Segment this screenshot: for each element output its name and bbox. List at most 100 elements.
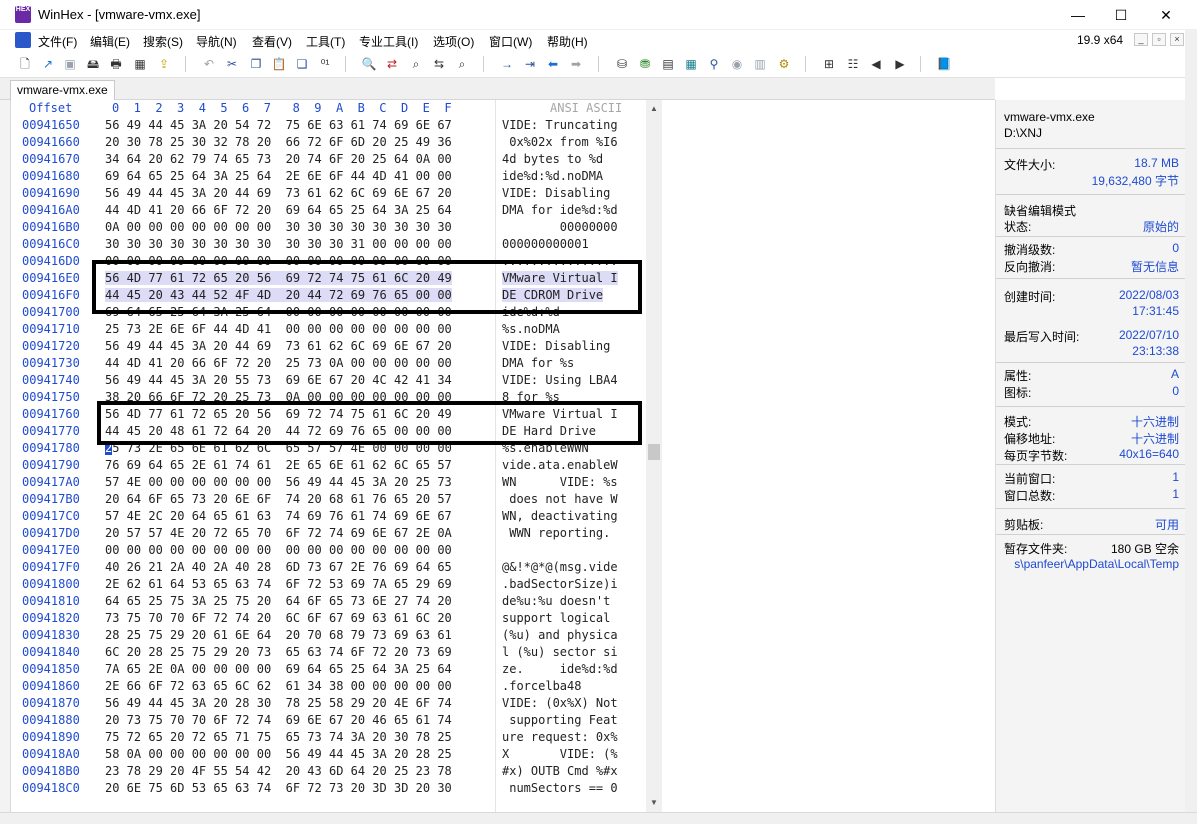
- row-hex-bytes[interactable]: 56 49 44 45 3A 20 44 69 73 61 62 6C 69 6…: [105, 186, 452, 200]
- hex-row[interactable]: 00941680 69 64 65 25 64 3A 25 64 2E 6E 6F…: [11, 169, 651, 186]
- row-hex-bytes[interactable]: 57 4E 00 00 00 00 00 00 56 49 44 45 3A 2…: [105, 475, 452, 489]
- vertical-scrollbar[interactable]: ▲ ▼: [646, 100, 662, 812]
- row-hex-bytes[interactable]: 30 30 30 30 30 30 30 30 30 30 30 31 00 0…: [105, 237, 452, 251]
- row-hex-bytes[interactable]: 25 73 2E 6E 6F 44 4D 41 00 00 00 00 00 0…: [105, 322, 452, 336]
- hex-row[interactable]: 00941820 73 75 70 70 6F 72 74 20 6C 6F 67…: [11, 611, 651, 628]
- disk-image-icon[interactable]: ▤: [659, 55, 677, 73]
- row-ascii-text[interactable]: .forcelba48: [502, 679, 581, 693]
- hex-editor[interactable]: Offset 0 1 2 3 4 5 6 7 8 9 A B C D E F A…: [10, 100, 662, 812]
- hex-row[interactable]: 00941660 20 30 78 25 30 32 78 20 66 72 6F…: [11, 135, 651, 152]
- row-ascii-text[interactable]: supporting Feat: [502, 713, 617, 727]
- hex-row[interactable]: 00941850 7A 65 2E 0A 00 00 00 00 69 64 65…: [11, 662, 651, 679]
- export-icon[interactable]: ⇪: [155, 55, 173, 73]
- dial-icon[interactable]: ◉: [728, 55, 746, 73]
- tab-vmware-vmx[interactable]: vmware-vmx.exe: [10, 80, 115, 100]
- row-hex-bytes[interactable]: 56 49 44 45 3A 20 28 30 78 25 58 29 20 4…: [105, 696, 452, 710]
- row-hex-bytes[interactable]: 20 57 57 4E 20 72 65 70 6F 72 74 69 6E 6…: [105, 526, 452, 540]
- find-text-icon[interactable]: 🔍: [360, 55, 378, 73]
- ram-icon[interactable]: ▥: [751, 55, 769, 73]
- grid-icon[interactable]: ⊞: [820, 55, 838, 73]
- hex-row[interactable]: 00941800 2E 62 61 64 53 65 63 74 6F 72 53…: [11, 577, 651, 594]
- row-ascii-text[interactable]: de%u:%u doesn't: [502, 594, 618, 608]
- right-arrow-icon[interactable]: ▶: [891, 55, 909, 73]
- menu-navigation[interactable]: 导航(N): [196, 33, 237, 50]
- hex-row[interactable]: 009417F0 40 26 21 2A 40 2A 40 28 6D 73 67…: [11, 560, 651, 577]
- save-all-icon[interactable]: 🖴: [84, 55, 102, 73]
- maximize-button[interactable]: ☐: [1098, 0, 1144, 30]
- row-ascii-text[interactable]: vide.ata.enableW: [502, 458, 618, 472]
- row-ascii-text[interactable]: .badSectorSize)i: [502, 577, 618, 591]
- menu-window[interactable]: 窗口(W): [489, 33, 532, 50]
- hex-row[interactable]: 009418A0 58 0A 00 00 00 00 00 00 56 49 44…: [11, 747, 651, 764]
- book-icon[interactable]: 📘: [935, 55, 953, 73]
- left-arrow-icon[interactable]: ◀: [867, 55, 885, 73]
- row-hex-bytes[interactable]: 69 64 65 25 64 3A 25 64 2E 6E 6F 44 4D 4…: [105, 169, 452, 183]
- hex-row[interactable]: 009417A0 57 4E 00 00 00 00 00 00 56 49 44…: [11, 475, 651, 492]
- menu-help[interactable]: 帮助(H): [547, 33, 588, 50]
- hex-row[interactable]: 00941730 44 4D 41 20 66 6F 72 20 25 73 0A…: [11, 356, 651, 373]
- row-hex-bytes[interactable]: 20 30 78 25 30 32 78 20 66 72 6F 6D 20 2…: [105, 135, 452, 149]
- row-ascii-text[interactable]: VIDE: Disabling: [502, 186, 618, 200]
- mdi-restore-button[interactable]: ▫: [1152, 33, 1166, 46]
- row-hex-bytes[interactable]: 0A 00 00 00 00 00 00 00 30 30 30 30 30 3…: [105, 220, 452, 234]
- hex-row[interactable]: 00941670 34 64 20 62 79 74 65 73 20 74 6F…: [11, 152, 651, 169]
- row-hex-bytes[interactable]: 56 49 44 45 3A 20 55 73 69 6E 67 20 4C 4…: [105, 373, 452, 387]
- row-ascii-text[interactable]: @&!*@*@(msg.vide: [502, 560, 618, 574]
- hex-row[interactable]: 00941880 20 73 75 70 70 6F 72 74 69 6E 67…: [11, 713, 651, 730]
- row-ascii-text[interactable]: VIDE: Disabling: [502, 339, 618, 353]
- row-hex-bytes[interactable]: 6C 20 28 25 75 29 20 73 65 63 74 6F 72 2…: [105, 645, 452, 659]
- row-hex-bytes[interactable]: 20 73 75 70 70 6F 72 74 69 6E 67 20 46 6…: [105, 713, 452, 727]
- row-ascii-text[interactable]: 000000000001: [502, 237, 589, 251]
- cut-icon[interactable]: ✂: [223, 55, 241, 73]
- hex-row[interactable]: 00941740 56 49 44 45 3A 20 55 73 69 6E 67…: [11, 373, 651, 390]
- replace-text-icon[interactable]: ⇄: [383, 55, 401, 73]
- scroll-thumb[interactable]: [648, 444, 660, 460]
- menu-view[interactable]: 查看(V): [252, 33, 292, 50]
- menu-specialist-tools[interactable]: 专业工具(I): [359, 33, 418, 50]
- hex-row[interactable]: 00941860 2E 66 6F 72 63 65 6C 62 61 34 38…: [11, 679, 651, 696]
- row-ascii-text[interactable]: #x) OUTB Cmd %#x: [502, 764, 618, 778]
- gear-icon[interactable]: ⚙: [775, 55, 793, 73]
- hex-row[interactable]: 00941720 56 49 44 45 3A 20 44 69 73 61 62…: [11, 339, 651, 356]
- row-hex-bytes[interactable]: 23 78 29 20 4F 55 54 42 20 43 6D 64 20 2…: [105, 764, 452, 778]
- row-hex-bytes[interactable]: 57 4E 2C 20 64 65 61 63 74 69 76 61 74 6…: [105, 509, 452, 523]
- row-hex-bytes[interactable]: 28 25 75 29 20 61 6E 64 20 70 68 79 73 6…: [105, 628, 452, 642]
- row-ascii-text[interactable]: X VIDE: (%: [502, 747, 618, 761]
- paste-write-icon[interactable]: ❏: [293, 55, 311, 73]
- row-hex-bytes[interactable]: 2E 62 61 64 53 65 63 74 6F 72 53 69 7A 6…: [105, 577, 452, 591]
- row-hex-bytes[interactable]: 00 00 00 00 00 00 00 00 00 00 00 00 00 0…: [105, 543, 452, 557]
- hex-row[interactable]: 009417D0 20 57 57 4E 20 72 65 70 6F 72 74…: [11, 526, 651, 543]
- row-hex-bytes[interactable]: 7A 65 2E 0A 00 00 00 00 69 64 65 25 64 3…: [105, 662, 452, 676]
- paste-icon[interactable]: 📋: [270, 55, 288, 73]
- row-ascii-text[interactable]: ze. ide%d:%d: [502, 662, 618, 676]
- forward-icon[interactable]: ➡: [567, 55, 585, 73]
- hex-row[interactable]: 009418B0 23 78 29 20 4F 55 54 42 20 43 6D…: [11, 764, 651, 781]
- hex-row[interactable]: 009416A0 44 4D 41 20 66 6F 72 20 69 64 65…: [11, 203, 651, 220]
- row-hex-bytes[interactable]: 73 75 70 70 6F 72 74 20 6C 6F 67 69 63 6…: [105, 611, 452, 625]
- hex-row[interactable]: 00941840 6C 20 28 25 75 29 20 73 65 63 74…: [11, 645, 651, 662]
- properties-icon[interactable]: ▦: [131, 55, 149, 73]
- row-hex-bytes[interactable]: 44 4D 41 20 66 6F 72 20 69 64 65 25 64 3…: [105, 203, 452, 217]
- minimize-button[interactable]: —: [1055, 0, 1101, 30]
- row-ascii-text[interactable]: 0x%02x from %I6: [502, 135, 617, 149]
- hex-row[interactable]: 00941790 76 69 64 65 2E 61 74 61 2E 65 6E…: [11, 458, 651, 475]
- scroll-up-icon[interactable]: ▲: [646, 100, 662, 116]
- hex-row[interactable]: 00941710 25 73 2E 6E 6F 44 4D 41 00 00 00…: [11, 322, 651, 339]
- row-ascii-text[interactable]: 4d bytes to %d: [502, 152, 603, 166]
- row-hex-bytes[interactable]: 56 49 44 45 3A 20 54 72 75 6E 63 61 74 6…: [105, 118, 452, 132]
- goto-sector-icon[interactable]: ⇥: [521, 55, 539, 73]
- open-file-icon[interactable]: ↗: [39, 55, 57, 73]
- row-ascii-text[interactable]: VIDE: (0x%X) Not: [502, 696, 618, 710]
- replace-hex-icon[interactable]: ⇆: [430, 55, 448, 73]
- hex-row[interactable]: 00941650 56 49 44 45 3A 20 54 72 75 6E 63…: [11, 118, 651, 135]
- row-ascii-text[interactable]: WWN reporting.: [502, 526, 610, 540]
- copy-icon[interactable]: ❐: [247, 55, 265, 73]
- row-hex-bytes[interactable]: 76 69 64 65 2E 61 74 61 2E 65 6E 61 62 6…: [105, 458, 452, 472]
- row-ascii-text[interactable]: does not have W: [502, 492, 617, 506]
- hex-row[interactable]: 00941810 64 65 25 75 3A 25 75 20 64 6F 65…: [11, 594, 651, 611]
- close-button[interactable]: ✕: [1143, 0, 1189, 30]
- menu-search[interactable]: 搜索(S): [143, 33, 183, 50]
- back-icon[interactable]: ⬅: [544, 55, 562, 73]
- row-ascii-text[interactable]: ide%d:%d.noDMA: [502, 169, 603, 183]
- row-ascii-text[interactable]: VIDE: Using LBA4: [502, 373, 618, 387]
